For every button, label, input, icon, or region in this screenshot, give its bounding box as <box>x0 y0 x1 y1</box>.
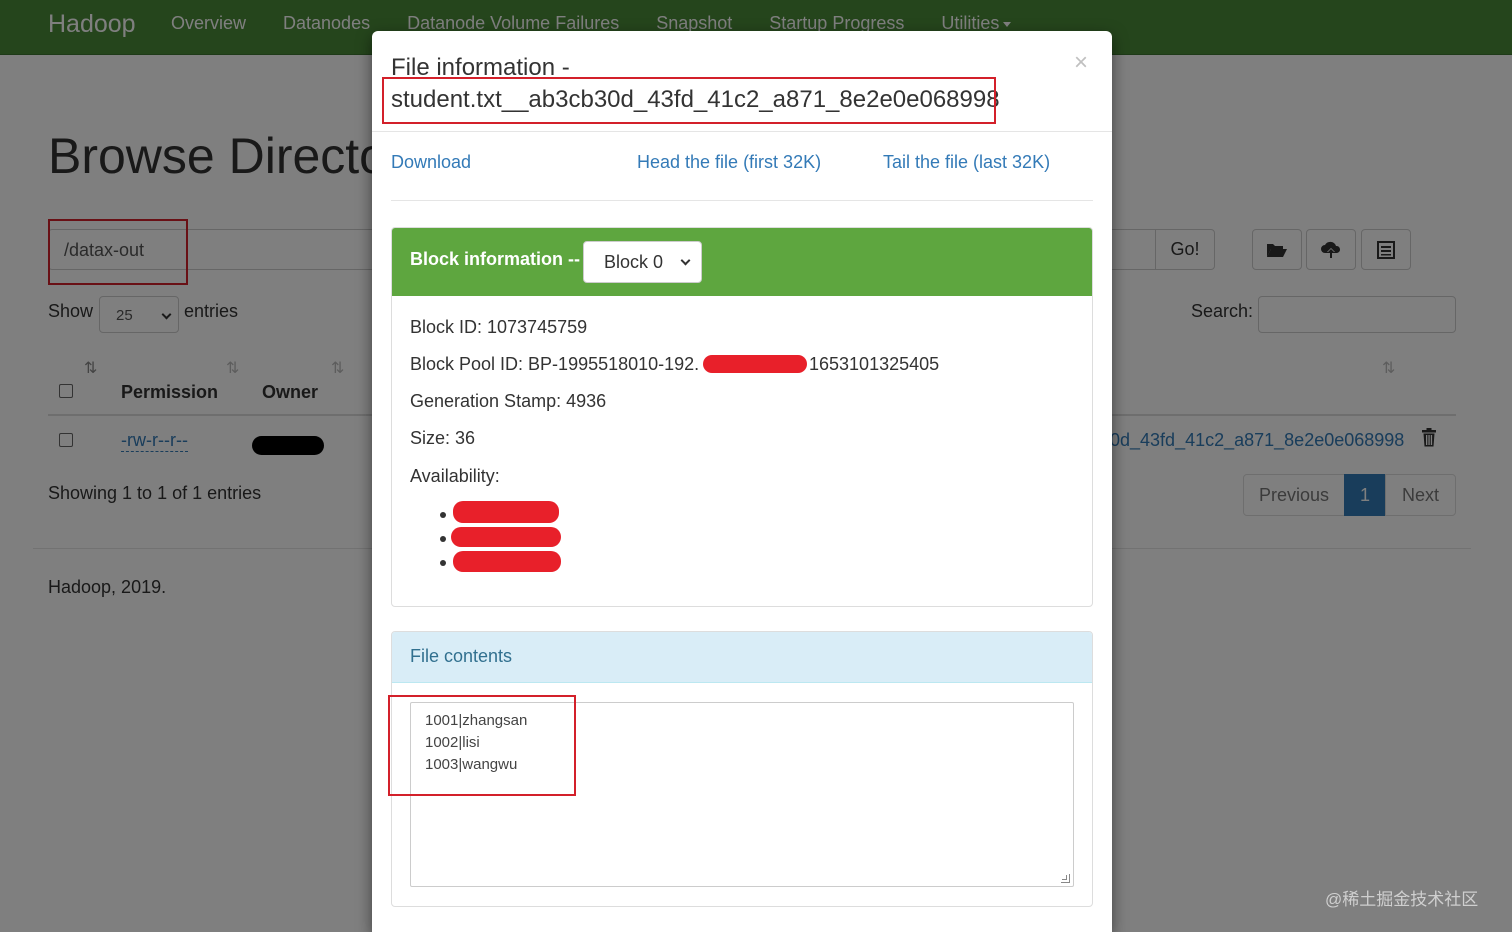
block-info-title: Block information -- <box>410 249 580 269</box>
redacted-ip <box>703 355 807 373</box>
head-file-link[interactable]: Head the file (first 32K) <box>637 152 821 173</box>
file-contents-header: File contents <box>392 632 1092 683</box>
file-info-modal: File information - student.txt__ab3cb30d… <box>372 31 1112 932</box>
file-contents-panel: File contents 1001|zhangsan 1002|lisi 10… <box>388 631 1093 907</box>
list-bullet <box>440 512 446 518</box>
redacted-datanode <box>453 551 561 572</box>
block-pool-id-suffix: 1653101325405 <box>809 354 940 374</box>
block-info-panel: Block information -- Block 0 Block ID: 1… <box>391 227 1093 607</box>
block-select-value: Block 0 <box>604 252 664 272</box>
list-bullet <box>440 560 446 566</box>
redacted-datanode <box>451 527 561 547</box>
resize-handle-icon[interactable] <box>1061 874 1070 883</box>
block-id: Block ID: 1073745759 <box>410 317 588 337</box>
links-divider <box>391 200 1093 201</box>
block-pool-id-prefix: Block Pool ID: BP-1995518010-192. <box>410 354 700 374</box>
close-icon[interactable]: × <box>1074 49 1088 77</box>
availability-label: Availability: <box>410 466 500 486</box>
modal-header-divider <box>372 131 1112 132</box>
block-size: Size: 36 <box>410 428 476 448</box>
redacted-datanode <box>453 501 559 523</box>
file-name-highlight-box <box>382 77 996 124</box>
tail-file-link[interactable]: Tail the file (last 32K) <box>883 152 1050 173</box>
generation-stamp: Generation Stamp: 4936 <box>410 391 607 411</box>
file-contents-title: File contents <box>410 646 513 666</box>
block-select[interactable]: Block 0 <box>583 241 702 283</box>
chevron-down-icon <box>680 255 691 266</box>
list-bullet <box>440 536 446 542</box>
watermark: @稀土掘金技术社区 <box>1325 890 1479 909</box>
download-link[interactable]: Download <box>391 152 471 173</box>
block-info-header: Block information -- Block 0 <box>392 228 1092 296</box>
contents-highlight-box <box>388 695 576 796</box>
